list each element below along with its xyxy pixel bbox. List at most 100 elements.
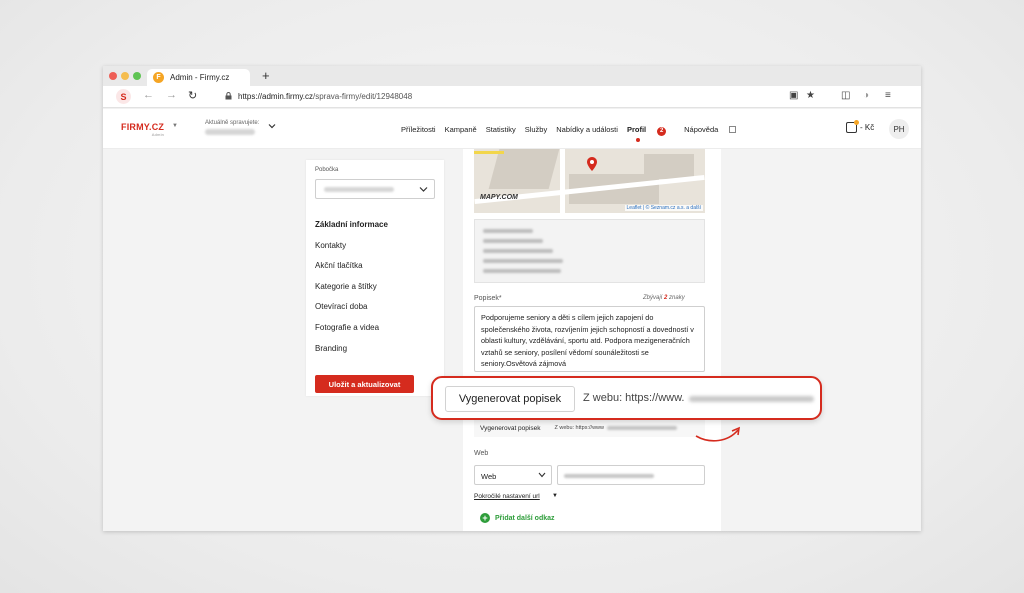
generate-description-button[interactable]: Vygenerovat popisek [480,425,540,432]
counter-value: 2 [664,295,668,301]
maximize-window-button[interactable] [133,72,141,80]
extension-icon[interactable]: ◑ [863,90,869,101]
callout-arrow-icon [695,426,740,442]
reload-icon[interactable]: ↻ [188,89,197,102]
profile-sidebar: Pobočka Základní informace Kontakty Akčn… [306,160,444,396]
nav-item-napoveda[interactable]: Nápověda [684,125,745,136]
main-nav: Příležitosti Kampaně Statistiky Služby N… [401,125,754,142]
web-type-value: Web [481,472,497,481]
new-tab-button[interactable]: + [262,68,270,83]
address-line [483,269,561,273]
save-button[interactable]: Uložit a aktualizovat [315,375,414,393]
back-arrow-icon[interactable]: ← [143,89,154,101]
address-line [483,239,543,243]
web-label: Web [474,450,489,457]
address-line [483,259,563,263]
generate-row: Vygenerovat popisek Z webu: https://www [474,419,705,437]
sidebar-item-kontakty[interactable]: Kontakty [315,241,388,262]
address-line [483,229,533,233]
nav-item-statistiky[interactable]: Statistiky [486,125,516,136]
browser-window: F Admin - Firmy.cz + S ← → ↻ https://adm… [103,66,921,531]
logo-dropdown-icon[interactable]: ▼ [172,123,178,129]
address-box [474,219,705,283]
menu-icon[interactable]: ≡ [885,90,891,101]
from-web-url-zoomed [689,396,814,402]
sidebar-item-akcni-tlacitka[interactable]: Akční tlačítka [315,261,388,282]
advanced-url-settings-link[interactable]: Pokročilé nastavení url [474,493,540,500]
site-header: FIRMY.CZ Admin ▼ Aktuálně spravujete: Př… [103,109,921,149]
avatar[interactable]: PH [889,119,909,139]
admin-page: FIRMY.CZ Admin ▼ Aktuálně spravujete: Př… [103,109,921,531]
map-street [474,151,504,154]
translate-icon[interactable]: ▣ [789,90,798,101]
map-brand: MAPY.COM [480,194,518,201]
plus-icon: + [480,513,490,523]
counter-prefix: Zbývají [643,295,663,301]
sidebar-item-oteviraci-doba[interactable]: Otevírací doba [315,302,388,323]
nav-item-profil[interactable]: Profil 2 [626,125,675,142]
web-url-input[interactable] [557,465,705,485]
branch-label: Pobočka [315,167,339,173]
from-web-label: Z webu: https://www [554,425,604,431]
lock-icon [225,92,232,100]
nav-item-kampane[interactable]: Kampaně [445,125,477,136]
wallet-icon [846,120,859,133]
from-web-url [607,426,677,430]
sidebar-item-kategorie[interactable]: Kategorie a štítky [315,282,388,303]
logo-sub: Admin [151,132,165,137]
minimize-window-button[interactable] [121,72,129,80]
nav-item-sluzby[interactable]: Služby [525,125,548,136]
counter-suffix: znaky [669,295,685,301]
bookmark-star-icon[interactable]: ★ [806,90,815,101]
firmy-logo[interactable]: FIRMY.CZ Admin [121,122,164,137]
nav-item-nabidky[interactable]: Nabídky a události [556,125,618,136]
sidebar-item-branding[interactable]: Branding [315,344,388,365]
description-textarea[interactable]: Podporujeme seniory a děti s cílem jejic… [474,306,705,372]
sidebar-item-fotografie[interactable]: Fotografie a videa [315,323,388,344]
map-attribution[interactable]: Leaflet | © Seznam.cz a.s. a další [624,205,703,211]
chevron-down-icon [538,472,546,478]
map-street [560,149,565,213]
generate-description-button-zoomed[interactable]: Vygenerovat popisek [445,386,575,412]
notification-badge: 2 [657,127,667,136]
web-type-select[interactable]: Web [474,465,552,485]
url-host: https://admin.firmy.cz [238,92,313,101]
branch-select[interactable] [315,179,435,199]
map-building [488,149,560,189]
tab-title: Admin - Firmy.cz [170,73,230,82]
url-field[interactable]: https://admin.firmy.cz/sprava-firmy/edit… [238,92,412,101]
map-building [644,154,694,179]
web-url-value [564,474,654,478]
seznam-browser-icon[interactable]: S [116,89,131,104]
tab-strip: F Admin - Firmy.cz + [103,66,921,86]
nav-profil-label: Profil [626,125,647,134]
sidebar-panel-icon[interactable]: ◫ [841,90,850,101]
forward-arrow-icon[interactable]: → [166,89,177,101]
location-map[interactable]: MAPY.COM Leaflet | © Seznam.cz a.s. a da… [474,149,705,213]
url-path: /sprava-firmy/edit/12948048 [312,92,413,101]
address-line [483,249,553,253]
firmy-favicon-icon: F [153,72,164,83]
sidebar-menu: Základní informace Kontakty Akční tlačít… [315,220,388,364]
chevron-down-icon [419,187,428,192]
managed-company-label: Aktuálně spravujete: [205,120,260,126]
character-counter: Zbývají 2 znaky [643,295,685,301]
nav-item-prilezitosti[interactable]: Příležitosti [401,125,436,136]
chevron-down-icon[interactable] [268,122,276,130]
from-web-label-zoomed: Z webu: https://www. [583,392,685,404]
wallet-balance[interactable]: - Kč [846,120,875,133]
map-pin-icon [587,157,597,171]
caret-down-icon[interactable]: ▼ [552,493,558,499]
close-window-button[interactable] [109,72,117,80]
wallet-amount: - Kč [860,123,875,132]
browser-tab[interactable]: F Admin - Firmy.cz [147,69,250,86]
description-label: Popisek* [474,295,502,302]
basic-info-form: MAPY.COM Leaflet | © Seznam.cz a.s. a da… [463,149,721,531]
external-link-icon [729,126,737,133]
sidebar-item-zakladni-informace[interactable]: Základní informace [315,220,388,241]
branch-value [324,187,394,192]
add-link-button[interactable]: + Přidat další odkaz [480,513,555,523]
address-bar: S ← → ↻ https://admin.firmy.cz/sprava-fi… [103,86,921,108]
add-link-label: Přidat další odkaz [495,514,555,522]
logo-text: FIRMY.CZ [121,122,165,132]
